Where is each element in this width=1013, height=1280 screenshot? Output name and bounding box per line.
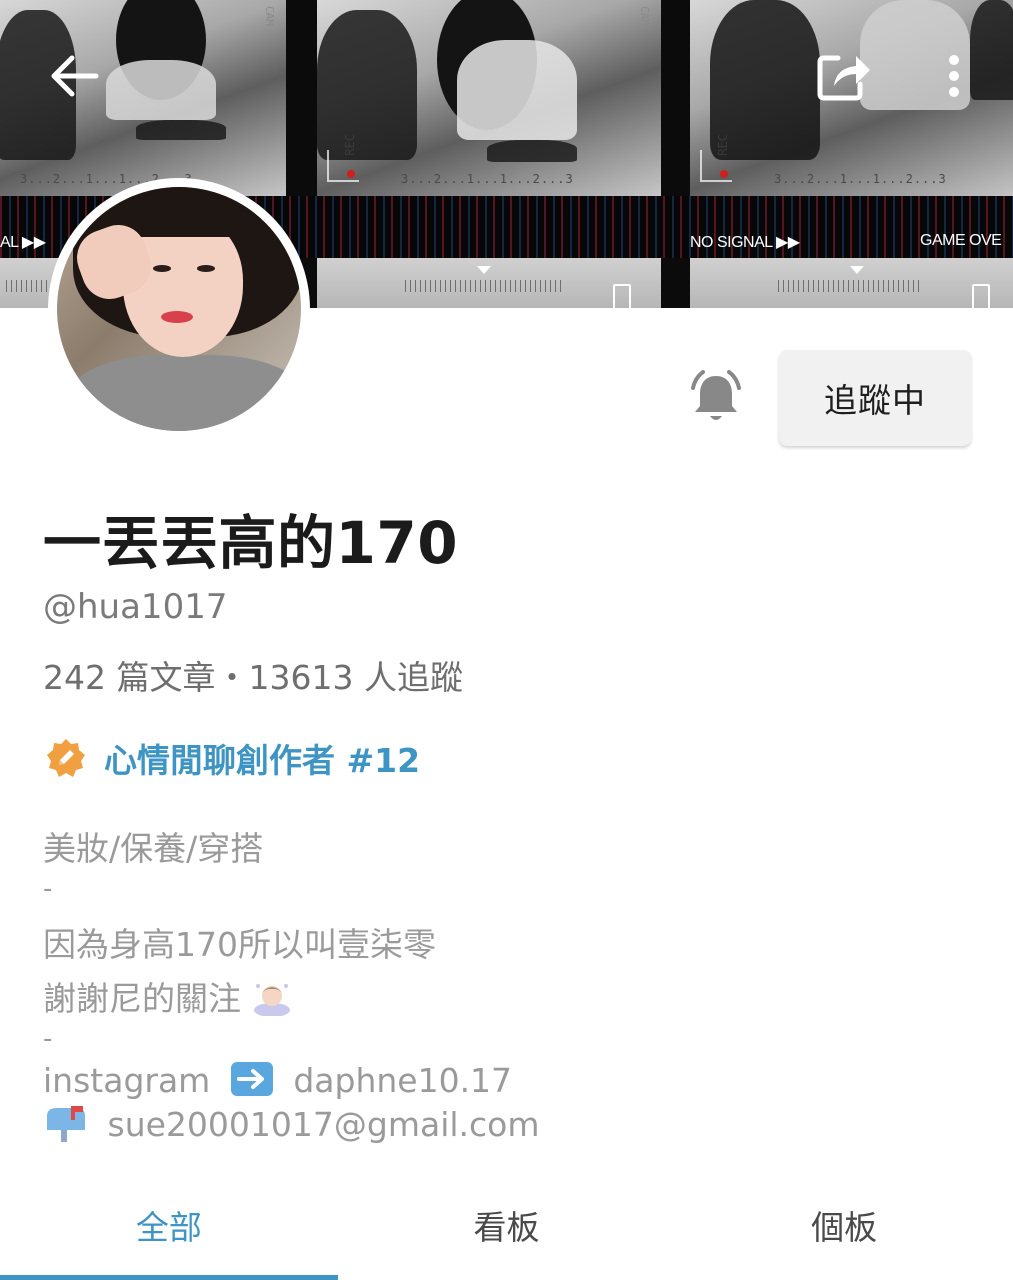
bio-line: 因為身高170所以叫壹柒零 [43,925,436,964]
profile-page: 3...2...1...1...2...3 CAM REC 3...2...1.… [0,0,1013,1280]
cover-cam-label: CAM [638,6,651,26]
tab-personal-board[interactable]: 個板 [675,1170,1013,1280]
cover-photo-2: REC 3...2...1...1...2...3 CAM [317,0,661,196]
cover-signal-text: AL ▶▶ [0,234,46,251]
more-vertical-icon [949,55,959,97]
cover-cam-label: CAM [263,6,276,26]
rec-dot-icon [347,170,355,178]
cover-countdown-text: 3...2...1...1...2...3 [774,172,947,186]
bell-icon [691,370,741,420]
bio-line-with-emoji: 謝謝尼的關注 [43,972,292,1020]
email-address[interactable]: sue20001017@gmail.com [108,1105,540,1144]
share-button[interactable] [812,44,876,108]
mailbox-emoji-icon [43,1104,89,1142]
right-arrow-emoji-icon [229,1060,275,1098]
cover-rec-label: REC [343,134,357,156]
bio-email-line: sue20001017@gmail.com [43,1104,540,1144]
instagram-label: instagram [43,1061,211,1100]
following-button[interactable]: 追蹤中 [779,350,971,446]
cover-game-over-text: GAME OVE [920,232,1002,249]
profile-tabs: 全部 看板 個板 [0,1170,1013,1280]
more-options-button[interactable] [922,44,986,108]
profile-handle: @hua1017 [43,587,228,627]
share-icon [817,55,870,101]
bio-separator: - [43,874,53,904]
person-bowing-emoji-icon [252,980,292,1017]
arrow-left-icon [51,55,99,97]
bio-instagram-line: instagram daphne10.17 [43,1060,512,1100]
profile-name: 一丟丟高的170 [43,509,459,577]
active-tab-indicator [0,1275,338,1280]
tab-all[interactable]: 全部 [0,1170,338,1280]
tab-boards[interactable]: 看板 [338,1170,676,1280]
instagram-handle[interactable]: daphne10.17 [293,1061,512,1100]
bio-line: 謝謝尼的關注 [43,979,241,1018]
tab-boards-label: 看板 [473,1208,540,1247]
bio-line: 美妝/保養/穿搭 [43,829,264,868]
creator-badge[interactable]: 心情閒聊創作者 #12 [46,734,420,782]
battery-icon [972,284,990,308]
creator-badge-label: 心情閒聊創作者 #12 [104,741,421,780]
cover-no-signal-text: NO SIGNAL ▶▶ [690,234,800,251]
cover-ruler-2 [317,258,661,308]
profile-stats: 242 篇文章・13613 人追蹤 [43,658,463,697]
cover-countdown-text: 3...2...1...1...2...3 [401,172,574,186]
pencil-badge-icon [47,739,85,777]
tab-all-label: 全部 [135,1208,202,1247]
cover-ruler-3 [690,258,1013,308]
back-button[interactable] [42,44,106,108]
avatar[interactable] [48,178,310,440]
rec-dot-icon [720,170,728,178]
bio-separator: - [43,1024,53,1054]
avatar-photo [57,187,301,431]
tab-personal-board-label: 個板 [811,1208,878,1247]
battery-icon [613,284,631,308]
notification-bell-button[interactable] [684,366,748,430]
cover-rec-label: REC [716,134,730,156]
